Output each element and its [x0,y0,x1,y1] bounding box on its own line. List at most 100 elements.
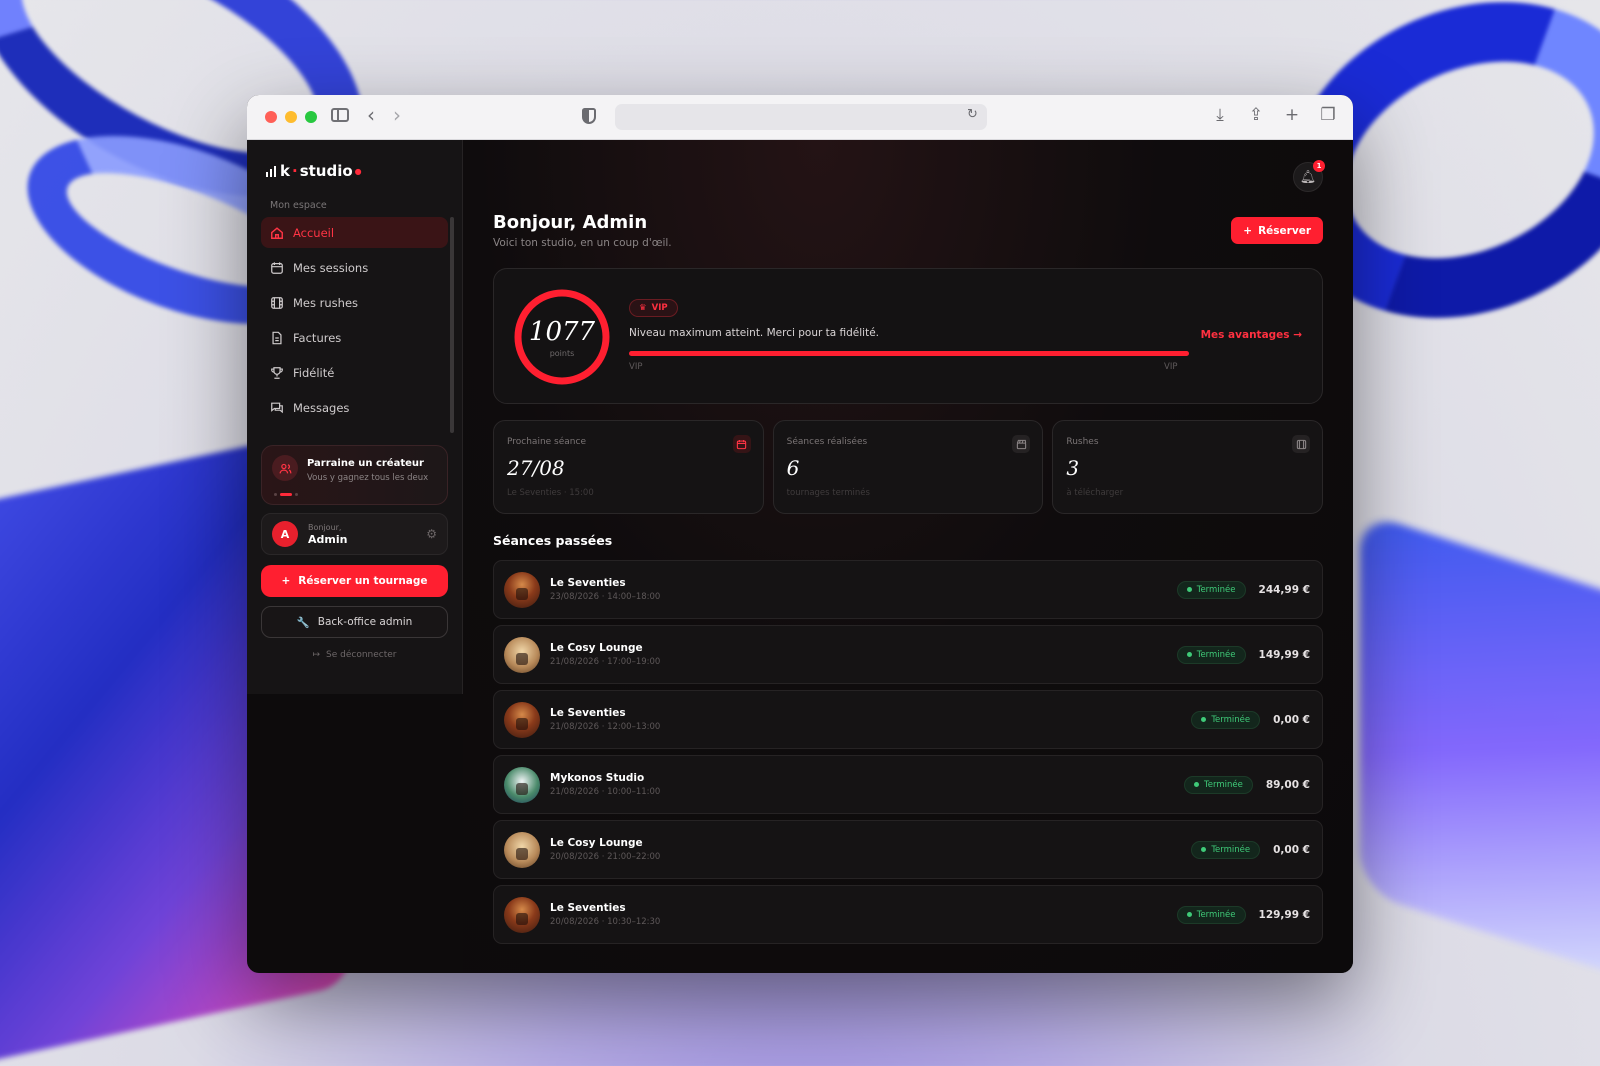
address-bar[interactable] [615,104,987,130]
sidebar: k · studio ● Mon espace Accueil Mes session… [247,140,463,694]
session-time: 21/08/2026 · 12:00–13:00 [550,722,661,732]
backoffice-label: Back-office admin [317,616,413,628]
session-time: 20/08/2026 · 21:00–22:00 [550,852,661,862]
carousel-dots[interactable] [274,493,298,496]
session-price: 0,00 € [1273,843,1310,856]
chat-icon [270,401,284,415]
session-name: Le Seventies [550,707,626,719]
maximize-window-button[interactable] [305,111,317,123]
home-icon [270,226,284,240]
sidebar-section-label: Mon espace [270,200,327,211]
sidebar-item-label: Fidélité [293,365,335,380]
app-root: k · studio ● Mon espace Accueil Mes session… [247,140,1353,973]
loyalty-progress-fill [629,351,1189,356]
tab-overview-icon[interactable]: ❐ [1319,105,1337,125]
referral-title: Parraine un créateur [307,458,424,469]
status-badge: Terminée [1176,580,1246,599]
stat-sessions-done[interactable]: Séances réalisées 6 tournages terminés [772,420,1044,514]
list-item[interactable]: Le Seventies 23/08/2026 · 14:00–18:00 Ter… [493,560,1323,619]
stat-next-session[interactable]: Prochaine séance 27/08 Le Seventies · 15… [493,420,764,514]
forward-arrow-icon[interactable]: › [393,105,401,125]
studio-thumbnail [504,831,540,868]
download-icon[interactable]: ⤓ [1211,105,1229,125]
user-name: Admin [308,532,348,546]
reserve-button[interactable]: + Réserver [1231,217,1323,244]
session-name: Mykonos Studio [550,772,645,784]
brand-logo[interactable]: k · studio ● [266,162,448,180]
book-shoot-label: Réserver un tournage [298,575,428,587]
stat-label: Rushes [1066,437,1099,447]
list-item[interactable]: Le Seventies 21/08/2026 · 12:00–13:00 Ter… [493,690,1323,749]
session-time: 20/08/2026 · 10:30–12:30 [550,917,661,927]
back-arrow-icon[interactable]: ‹ [367,105,375,125]
sidebar-item-label: Factures [293,330,342,345]
close-window-button[interactable] [265,111,277,123]
advantages-link[interactable]: Mes avantages → [1201,329,1302,341]
stat-value: 27/08 [507,456,565,480]
list-item[interactable]: Mykonos Studio 21/08/2026 · 10:00–11:00 T… [493,755,1323,814]
plus-icon: + [281,575,291,587]
studio-thumbnail [504,701,540,738]
session-time: 23/08/2026 · 14:00–18:00 [550,592,661,602]
stat-label: Prochaine séance [507,437,586,447]
logout-link[interactable]: ↦ Se déconnecter [261,650,448,660]
sidebar-item-factures[interactable]: Factures [261,322,448,353]
stat-sub: Le Seventies · 15:00 [507,488,594,498]
gear-icon[interactable]: ⚙ [426,527,437,541]
session-name: Le Cosy Lounge [550,837,643,849]
page-subtitle: Voici ton studio, en un coup d'œil. [493,237,672,249]
user-greeting: Bonjour, [308,522,342,532]
user-card[interactable]: A Bonjour, Admin ⚙ [261,513,448,555]
sidebar-item-mes-rushes[interactable]: Mes rushes [261,287,448,318]
privacy-shield-icon[interactable] [582,108,596,124]
logo-letter: k [280,162,290,180]
sidebar-item-accueil[interactable]: Accueil [261,217,448,248]
studio-thumbnail [504,896,540,933]
sidebar-toggle-icon[interactable] [331,108,349,122]
list-item[interactable]: Le Cosy Lounge 20/08/2026 · 21:00–22:00 T… [493,820,1323,879]
reload-icon[interactable]: ↻ [967,108,978,121]
status-badge: Terminée [1191,710,1261,729]
sidebar-scrollbar[interactable] [450,217,454,433]
sidebar-item-label: Accueil [293,225,335,240]
session-price: 0,00 € [1273,713,1310,726]
minimize-window-button[interactable] [285,111,297,123]
status-badge: Terminée [1184,775,1253,794]
tier-badge: ♛ VIP [629,299,678,317]
calendar-icon [270,261,284,275]
stat-rushes[interactable]: Rushes 3 à télécharger [1052,420,1324,514]
status-badge: Terminée [1191,840,1261,859]
share-icon[interactable]: ⇪ [1247,105,1265,125]
session-name: Le Cosy Lounge [550,642,643,654]
window-controls [265,111,317,123]
referral-card[interactable]: Parraine un créateur Vous y gagnez tous … [261,445,448,505]
progress-from-tier: VIP [629,362,643,372]
session-price: 129,99 € [1258,908,1310,921]
loyalty-progress-bar [629,351,1189,356]
stat-value: 6 [786,456,800,480]
new-tab-icon[interactable]: + [1283,105,1301,125]
logo-bars-icon [266,165,276,177]
session-name: Le Seventies [550,902,626,914]
notifications-button[interactable]: 🔔︎ 1 [1293,160,1325,192]
users-icon [272,455,298,481]
bell-icon: 🔔︎ [1299,169,1317,185]
status-badge: Terminée [1176,905,1246,924]
list-item[interactable]: Le Seventies 20/08/2026 · 10:30–12:30 Ter… [493,885,1323,944]
logo-word: studio [299,162,353,180]
list-item[interactable]: Le Cosy Lounge 21/08/2026 · 17:00–19:00 T… [493,625,1323,684]
studio-thumbnail [504,571,540,608]
wrench-icon: 🔧 [296,616,310,629]
sidebar-item-messages[interactable]: Messages [261,392,448,423]
sidebar-item-mes-sessions[interactable]: Mes sessions [261,252,448,283]
stat-sub: tournages terminés [786,488,870,498]
sidebar-item-label: Messages [293,400,350,415]
referral-subtitle: Vous y gagnez tous les deux [307,473,429,483]
progress-to-tier: VIP [1164,362,1178,372]
points-unit: points [549,349,575,358]
book-shoot-button[interactable]: + Réserver un tournage [261,565,448,597]
backoffice-button[interactable]: 🔧 Back-office admin [261,606,448,638]
past-sessions-title: Séances passées [493,533,613,548]
sidebar-item-fidelite[interactable]: Fidélité [261,357,448,388]
browser-window: ‹ › ↻ ⤓ ⇪ + ❐ k · studio ● Mon espace Accue… [247,95,1353,973]
